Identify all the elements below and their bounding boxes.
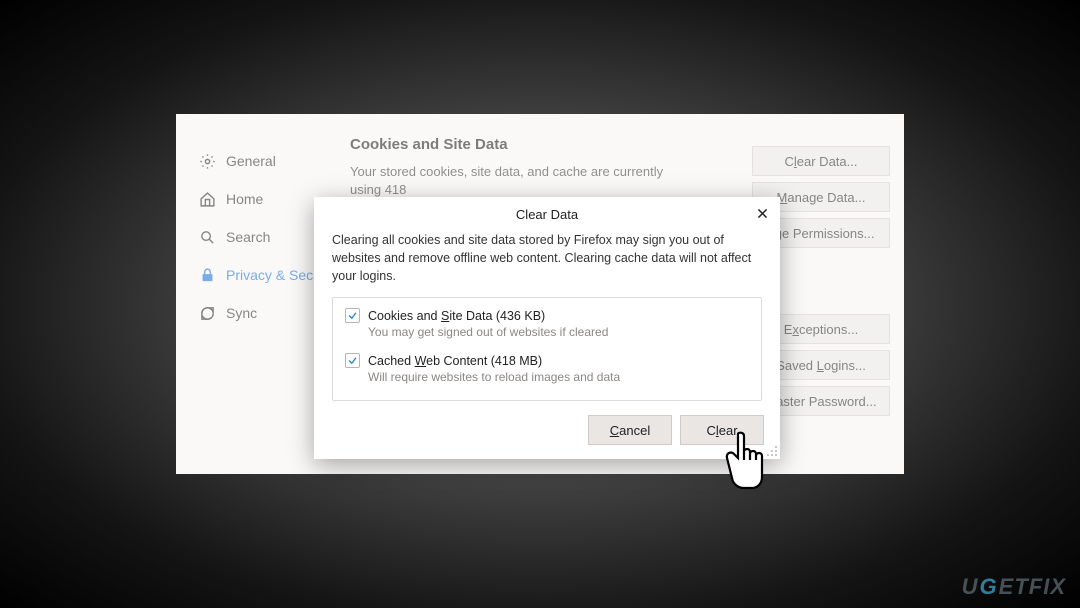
option-cache: Cached Web Content (418 MB) Will require… [345,353,749,384]
sidebar-label: General [226,153,276,169]
option-sublabel: You may get signed out of websites if cl… [368,325,749,339]
gear-icon [196,153,218,170]
cancel-button[interactable]: Cancel [588,415,672,445]
sidebar: General Home Search Privacy & Sec Sync [176,114,334,474]
dialog-title: Clear Data [314,207,780,222]
option-label: Cached Web Content (418 MB) [368,354,542,368]
sidebar-label: Privacy & Sec [226,267,313,283]
clear-button[interactable]: Clear [680,415,764,445]
section-description: Your stored cookies, site data, and cach… [350,163,680,199]
home-icon [196,191,218,208]
option-label: Cookies and Site Data (436 KB) [368,309,545,323]
sidebar-item-search[interactable]: Search [176,218,334,256]
dialog-footer: Cancel Clear [314,401,780,459]
dialog-titlebar: Clear Data [314,197,780,231]
sidebar-item-privacy[interactable]: Privacy & Sec [176,256,334,294]
resize-grip-icon[interactable] [766,445,778,457]
checkbox-cache[interactable] [345,353,360,368]
sidebar-item-sync[interactable]: Sync [176,294,334,332]
option-cookies: Cookies and Site Data (436 KB) You may g… [345,308,749,339]
dialog-message: Clearing all cookies and site data store… [332,231,762,285]
lock-icon [196,267,218,284]
option-sublabel: Will require websites to reload images a… [368,370,749,384]
sidebar-label: Search [226,229,270,245]
sidebar-label: Home [226,191,263,207]
close-icon[interactable] [750,201,774,225]
clear-data-dialog: Clear Data Clearing all cookies and site… [314,197,780,459]
sidebar-item-general[interactable]: General [176,142,334,180]
clear-data-button[interactable]: Clear Data... [752,146,890,176]
sidebar-item-home[interactable]: Home [176,180,334,218]
sync-icon [196,305,218,322]
search-icon [196,229,218,246]
checkbox-cookies[interactable] [345,308,360,323]
sidebar-label: Sync [226,305,257,321]
watermark: UGETFIX [962,574,1066,600]
options-box: Cookies and Site Data (436 KB) You may g… [332,297,762,401]
